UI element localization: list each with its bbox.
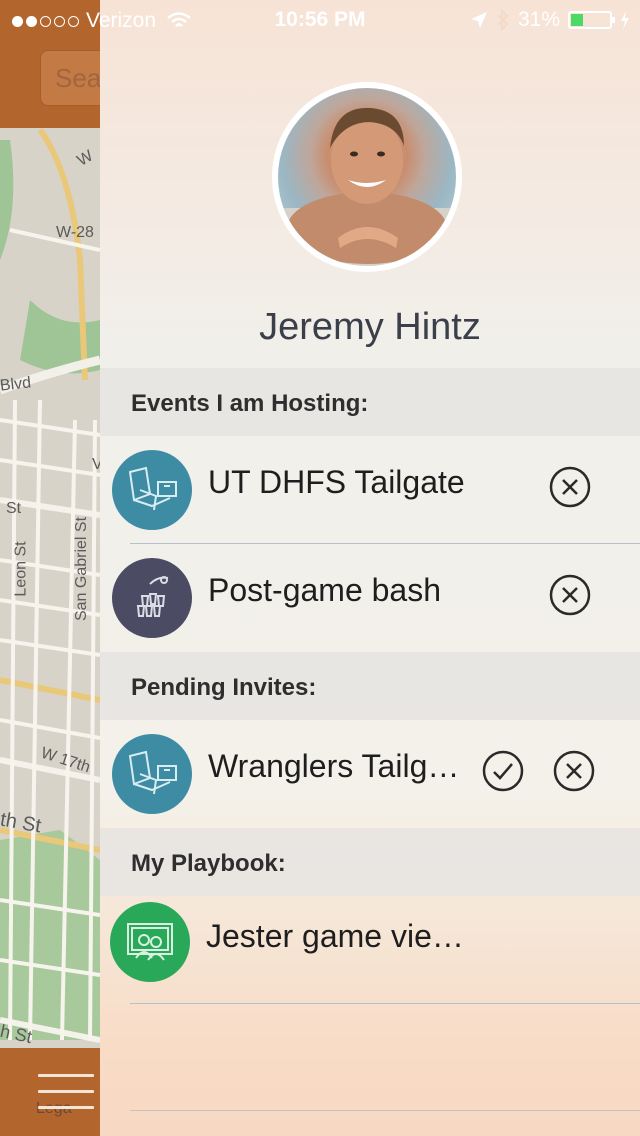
section-header-playbook: My Playbook: <box>100 828 640 896</box>
status-right: 31% <box>470 8 630 32</box>
location-arrow-icon <box>470 12 487 28</box>
charging-bolt-icon <box>621 11 629 29</box>
party-cups-icon <box>112 558 192 638</box>
street-label: St <box>6 500 22 517</box>
menu-icon[interactable] <box>38 1074 94 1122</box>
battery-icon <box>568 11 615 29</box>
street-label: V <box>92 456 100 473</box>
profile-name: Jeremy Hintz <box>259 306 481 348</box>
row-divider <box>130 1003 640 1004</box>
event-title: UT DHFS Tailgate <box>208 464 465 500</box>
row-divider <box>130 1110 640 1111</box>
street-label: Blvd <box>0 374 32 395</box>
invite-row[interactable]: Wranglers Tailg… <box>100 720 640 828</box>
battery-percent: 31% <box>517 8 560 31</box>
side-drawer: Jeremy Hintz Events I am Hosting: UT DHF… <box>100 0 640 1136</box>
section-header-hosting: Events I am Hosting: <box>100 368 640 436</box>
avatar[interactable] <box>272 82 462 272</box>
event-row[interactable]: Post-game bash <box>100 544 640 652</box>
street-label: San Gabriel St <box>73 516 91 622</box>
decline-invite-button[interactable] <box>553 750 595 792</box>
accept-invite-button[interactable] <box>482 750 524 792</box>
invite-title: Wranglers Tailg… <box>208 748 460 784</box>
event-row[interactable]: UT DHFS Tailgate <box>100 436 640 544</box>
street-label: W-28 <box>56 224 94 241</box>
status-bar: Verizon 10:56 PM 31% <box>0 0 640 40</box>
cancel-event-button[interactable] <box>549 574 591 616</box>
playbook-row[interactable]: Jester game vie… <box>100 896 640 1004</box>
street-label: Leon St <box>12 541 30 597</box>
event-title: Post-game bash <box>208 572 442 608</box>
bluetooth-icon <box>497 9 509 31</box>
tv-viewing-icon <box>110 902 190 982</box>
playbook-title: Jester game vie… <box>206 918 464 954</box>
tailgate-chair-icon <box>112 734 192 814</box>
profile-photo <box>278 88 456 266</box>
map-search-input[interactable]: Sea <box>40 50 100 106</box>
tailgate-chair-icon <box>112 450 192 530</box>
section-header-pending: Pending Invites: <box>100 652 640 720</box>
map-background[interactable]: W W-28 Blvd V St Leon St San Gabriel St … <box>0 0 100 1136</box>
cancel-event-button[interactable] <box>549 466 591 508</box>
